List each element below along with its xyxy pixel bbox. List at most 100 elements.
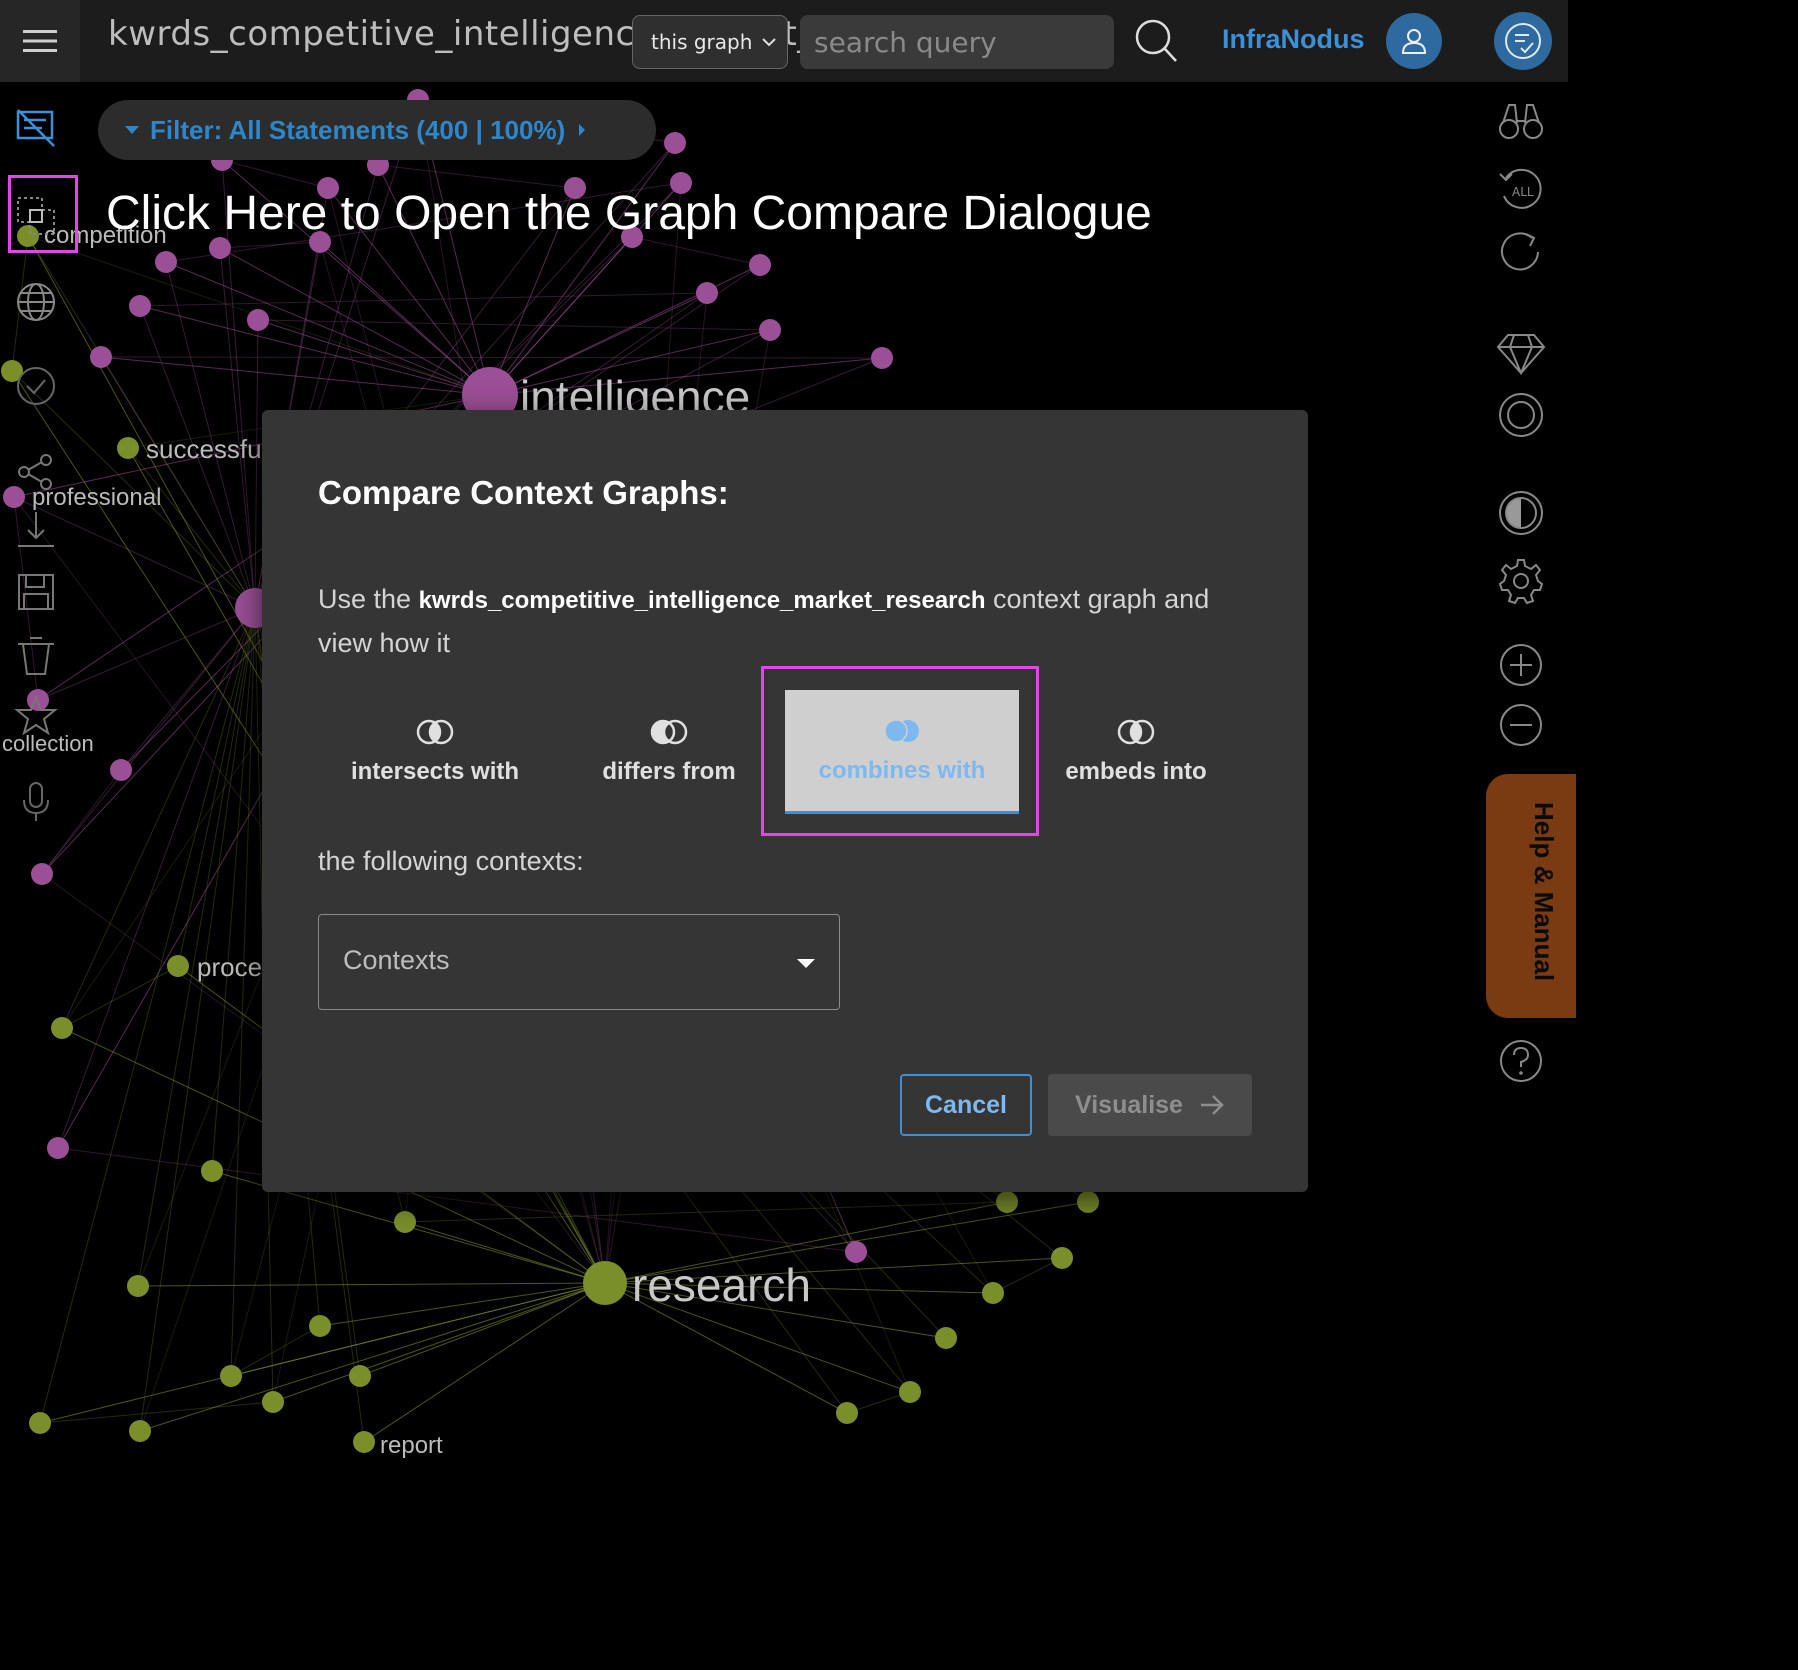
arrow-right-icon — [1200, 1095, 1224, 1115]
graph-node — [117, 437, 139, 459]
refresh-button[interactable] — [1496, 226, 1546, 276]
graph-node — [871, 347, 893, 369]
gear-icon — [1498, 559, 1544, 605]
graph-node — [155, 251, 177, 273]
venn-difference-icon — [650, 719, 688, 745]
mode-differs-button[interactable]: differs from — [552, 690, 786, 814]
zoom-out-button[interactable] — [1496, 700, 1546, 750]
contexts-select[interactable]: Contexts — [318, 914, 840, 1010]
cancel-button[interactable]: Cancel — [900, 1074, 1032, 1136]
premium-button[interactable] — [1496, 328, 1546, 378]
combines-highlight — [761, 666, 1039, 836]
mode-intersects-button[interactable]: intersects with — [318, 690, 552, 814]
node-label-report[interactable]: report — [380, 1432, 443, 1460]
graph-node — [167, 955, 189, 977]
help-manual-tab[interactable]: Help & Manual — [1486, 774, 1576, 1018]
node-label-successful[interactable]: successful — [146, 434, 267, 465]
venn-intersect-icon — [416, 719, 454, 745]
graph-node — [845, 1241, 867, 1263]
globe-button[interactable] — [14, 280, 58, 324]
graph-node — [1077, 1191, 1099, 1213]
graph-edge — [992, 1257, 1063, 1294]
graph-node — [309, 1315, 331, 1337]
svg-text:ALL: ALL — [1512, 185, 1534, 199]
left-toolbar — [0, 82, 80, 1456]
node-label-process[interactable]: proce — [197, 952, 262, 983]
zoom-in-button[interactable] — [1496, 640, 1546, 690]
chevron-down-icon — [762, 38, 776, 47]
graph-node — [201, 1160, 223, 1182]
save-button[interactable] — [14, 570, 58, 614]
gem-icon — [1496, 334, 1546, 375]
user-avatar-button[interactable] — [1386, 13, 1442, 69]
contrast-icon — [1499, 491, 1543, 535]
circle-icon — [1499, 393, 1543, 437]
brand-logo-text[interactable]: InfraNodus — [1222, 24, 1365, 55]
graph-edge — [139, 1282, 606, 1432]
graph-node — [996, 1191, 1018, 1213]
graph-node — [394, 1211, 416, 1233]
contrast-button[interactable] — [1496, 488, 1546, 538]
graph-edge — [319, 241, 491, 396]
graph-node-research — [583, 1261, 627, 1305]
graph-node — [836, 1402, 858, 1424]
graph-edge — [139, 607, 256, 1432]
filter-statements-button[interactable]: Filter: All Statements (400 | 100%) — [98, 100, 656, 160]
refresh-icon — [1501, 232, 1539, 271]
binoculars-icon — [1499, 104, 1543, 139]
app-status-button[interactable] — [1494, 12, 1552, 70]
graph-node — [129, 295, 151, 317]
graph-edge — [230, 607, 256, 1377]
share-icon — [18, 454, 52, 490]
mode-embeds-button[interactable]: embeds into — [1019, 690, 1253, 814]
top-bar: kwrds_competitive_intelligence_market_re… — [0, 0, 1568, 82]
mode-intersects-label: intersects with — [350, 758, 520, 785]
zoom-out-icon — [1500, 704, 1542, 746]
search-icon[interactable] — [1134, 18, 1178, 64]
search-scope-select[interactable]: this graph — [632, 15, 788, 69]
node-label-research[interactable]: research — [632, 1258, 811, 1312]
caret-down-icon — [125, 126, 139, 134]
delete-button[interactable] — [14, 634, 58, 678]
voice-input-button[interactable] — [14, 780, 58, 824]
hamburger-menu-button[interactable] — [0, 0, 80, 82]
graph-edge — [137, 1282, 606, 1287]
body-graph-name: kwrds_competitive_intelligence_market_re… — [418, 587, 986, 614]
graph-node — [899, 1381, 921, 1403]
settings-button[interactable] — [1496, 556, 1546, 606]
search-input[interactable] — [800, 15, 1114, 69]
save-icon — [18, 574, 54, 610]
contexts-placeholder: Contexts — [343, 945, 450, 975]
search-scope-value: this graph — [651, 30, 753, 54]
no-text-icon — [16, 109, 55, 147]
check-circle-icon — [17, 367, 55, 405]
undo-all-button[interactable]: ALL — [1496, 164, 1546, 214]
graph-node — [90, 346, 112, 368]
download-button[interactable] — [14, 508, 58, 552]
favorite-button[interactable] — [14, 694, 58, 738]
graph-node — [353, 1431, 375, 1453]
graph-node — [749, 254, 771, 276]
visualise-button[interactable]: Visualise — [1048, 1074, 1252, 1136]
body-prefix: Use the — [318, 584, 412, 614]
graph-node — [982, 1282, 1004, 1304]
binoculars-button[interactable] — [1496, 96, 1546, 146]
graph-edge — [219, 247, 256, 609]
graph-node — [759, 319, 781, 341]
graph-edge — [272, 1282, 606, 1403]
user-icon — [1401, 29, 1427, 54]
microphone-icon — [23, 782, 49, 821]
graph-node — [127, 1275, 149, 1297]
contexts-subtitle: the following contexts: — [318, 846, 584, 876]
focus-button[interactable] — [1496, 390, 1546, 440]
graph-node — [696, 282, 718, 304]
graph-edge — [127, 447, 256, 609]
graph-node — [110, 759, 132, 781]
share-button[interactable] — [14, 450, 58, 494]
hide-text-button[interactable] — [14, 106, 58, 150]
help-button[interactable] — [1496, 1036, 1546, 1086]
mode-embeds-label: embeds into — [1065, 758, 1207, 785]
check-button[interactable] — [14, 364, 58, 408]
graph-node — [262, 1391, 284, 1413]
zoom-in-icon — [1500, 644, 1542, 686]
